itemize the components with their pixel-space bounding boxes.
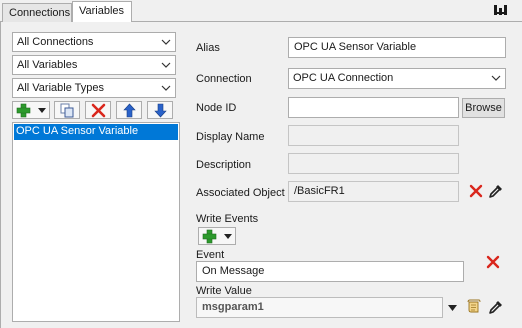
event-input[interactable]: On Message (196, 261, 464, 282)
remove-event-icon[interactable] (485, 254, 501, 270)
chevron-down-icon (161, 39, 171, 45)
duplicate-icon (60, 103, 74, 118)
connection-select[interactable]: OPC UA Connection (288, 68, 506, 89)
alias-label: Alias (196, 42, 220, 54)
dropdown-arrow-icon (224, 234, 232, 239)
add-variable-button[interactable] (12, 101, 50, 119)
variable-types-filter-value: All Variable Types (17, 82, 105, 94)
variables-filter[interactable]: All Variables (12, 55, 176, 75)
associated-object-label: Associated Object (196, 187, 285, 199)
tab-connections[interactable]: Connections (2, 3, 72, 23)
delete-icon (91, 103, 106, 118)
pin-icon[interactable] (492, 2, 510, 18)
variable-types-filter[interactable]: All Variable Types (12, 78, 176, 98)
dropdown-arrow-icon (38, 108, 46, 113)
move-up-button[interactable] (116, 101, 142, 119)
node-id-label: Node ID (196, 102, 237, 114)
display-name-label: Display Name (196, 131, 265, 143)
add-icon (16, 103, 31, 118)
associated-object-input[interactable]: /BasicFR1 (288, 181, 459, 202)
list-item[interactable]: OPC UA Sensor Variable (14, 124, 178, 140)
browse-button[interactable]: Browse (462, 98, 505, 118)
write-events-label: Write Events (196, 213, 259, 225)
dropdown-arrow-icon[interactable] (448, 305, 457, 311)
eyedropper-icon[interactable] (488, 299, 504, 315)
move-down-icon (154, 103, 167, 118)
chevron-down-icon (161, 62, 171, 68)
variables-filter-value: All Variables (17, 59, 78, 71)
clear-object-icon[interactable] (468, 183, 484, 199)
event-label: Event (196, 249, 225, 261)
delete-button[interactable] (85, 101, 111, 119)
connections-filter-value: All Connections (17, 36, 94, 48)
add-icon (202, 229, 217, 244)
description-input[interactable] (288, 153, 459, 174)
chevron-down-icon (161, 85, 171, 91)
tab-variables[interactable]: Variables (72, 1, 132, 23)
add-write-event-button[interactable] (198, 227, 236, 245)
connection-select-value: OPC UA Connection (293, 72, 394, 84)
script-edit-icon[interactable] (466, 299, 482, 315)
move-down-button[interactable] (147, 101, 173, 119)
tab-bar: Connections Variables (0, 0, 522, 23)
description-label: Description (196, 159, 252, 171)
chevron-down-icon (491, 75, 501, 81)
variable-list[interactable]: OPC UA Sensor Variable (12, 122, 180, 322)
display-name-input[interactable] (288, 125, 459, 146)
write-value-input[interactable]: msgparam1 (196, 297, 443, 318)
write-value-label: Write Value (196, 285, 252, 297)
connections-filter[interactable]: All Connections (12, 32, 176, 52)
alias-input[interactable]: OPC UA Sensor Variable (288, 37, 506, 58)
move-up-icon (123, 103, 136, 118)
eyedropper-icon[interactable] (488, 183, 504, 199)
connection-label: Connection (196, 73, 252, 85)
node-id-input[interactable] (288, 97, 459, 118)
duplicate-button[interactable] (54, 101, 80, 119)
